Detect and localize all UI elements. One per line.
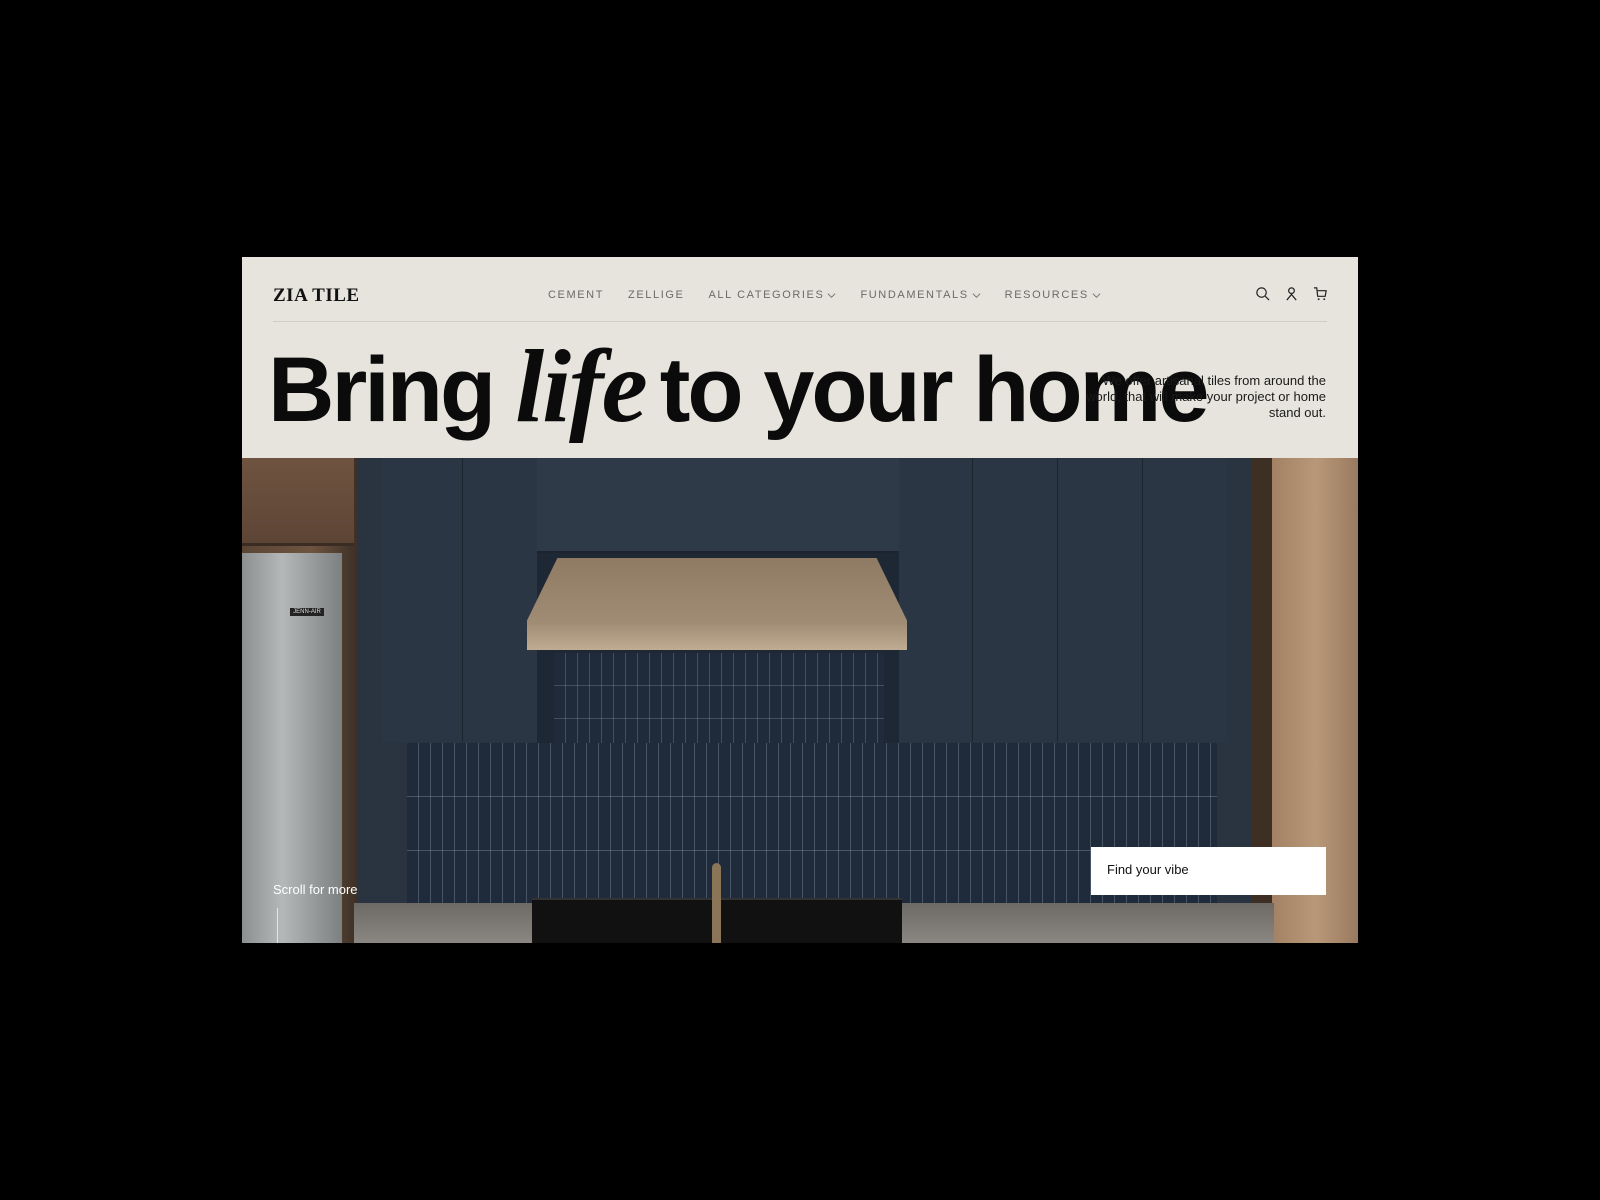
hero-blurb: We offer artisanal tiles from around the… [1086,373,1326,420]
chevron-down-icon [828,292,836,298]
main-nav: CEMENT ZELLIGE ALL CATEGORIES FUNDAMENTA… [548,289,1101,301]
range-hood [527,558,907,650]
cart-icon[interactable] [1313,286,1328,301]
nav-fundamentals[interactable]: FUNDAMENTALS [860,289,981,301]
hero-headline: Bring life to your home [268,329,1209,444]
scroll-indicator [277,908,278,943]
nav-zellige[interactable]: ZELLIGE [628,289,684,301]
nav-all-categories[interactable]: ALL CATEGORIES [709,289,837,301]
find-your-vibe-button[interactable]: Find your vibe [1091,847,1326,895]
upper-cabinet-left [242,458,354,546]
chevron-down-icon [972,292,981,298]
hero-image-kitchen: JENN-AIR Scroll for more Find your vibe [242,458,1358,943]
tile-backsplash-upper [554,653,884,743]
scroll-for-more[interactable]: Scroll for more [273,882,358,897]
account-icon[interactable] [1284,286,1299,301]
header: ZIA TILE CEMENT ZELLIGE ALL CATEGORIES F… [242,257,1358,458]
nav-cement[interactable]: CEMENT [548,289,604,301]
appliance-badge: JENN-AIR [290,608,324,616]
logo[interactable]: ZIA TILE [273,285,360,307]
headline-italic-word: life [515,329,648,444]
search-icon[interactable] [1255,286,1270,301]
hood-cabinet [537,458,899,553]
website: ZIA TILE CEMENT ZELLIGE ALL CATEGORIES F… [242,257,1358,943]
chevron-down-icon [1092,292,1101,298]
nav-resources[interactable]: RESOURCES [1005,289,1101,301]
header-divider [273,321,1327,322]
faucet [712,863,721,943]
header-icons [1255,286,1328,301]
